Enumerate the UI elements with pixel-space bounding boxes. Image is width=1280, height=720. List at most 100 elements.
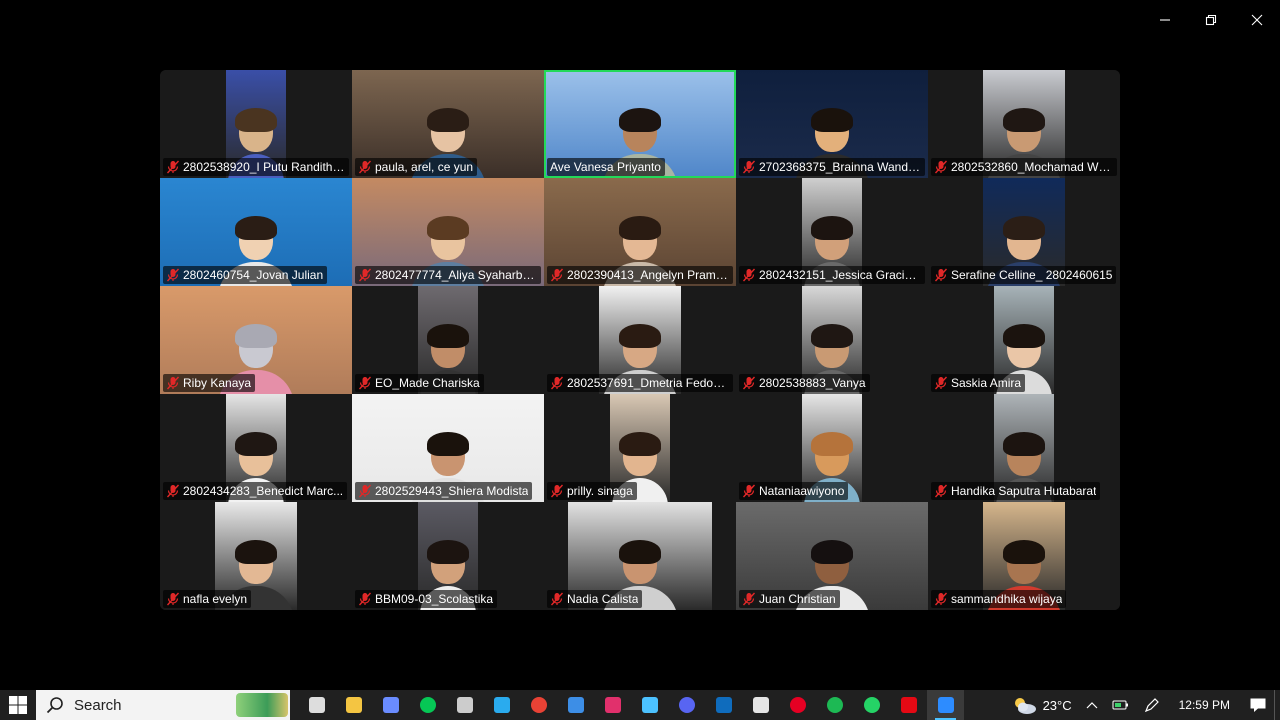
participant-name-label: Saskia Amira	[931, 374, 1026, 392]
temperature-text: 23°C	[1042, 697, 1072, 713]
mic-muted-icon	[166, 160, 180, 174]
taskbar-app-spotify[interactable]	[816, 690, 853, 720]
participant-tile[interactable]: Serafine Celline_ 2802460615	[928, 178, 1120, 286]
participant-name: 2802532860_Mochamad Wil...	[951, 160, 1113, 174]
participant-name-label: 2802390413_Angelyn Prame...	[547, 266, 733, 284]
show-hidden-icons-button[interactable]	[1079, 690, 1105, 720]
participant-tile[interactable]: 2802460754_Jovan Julian	[160, 178, 352, 286]
mic-muted-icon	[550, 484, 564, 498]
participant-name-label: Nataniaawiyono	[739, 482, 849, 500]
pen-menu-button[interactable]	[1137, 690, 1167, 720]
taskbar-app-photos[interactable]	[557, 690, 594, 720]
close-button[interactable]	[1234, 0, 1280, 40]
taskbar-app-line[interactable]	[409, 690, 446, 720]
search-highlight-icon	[236, 693, 288, 717]
mic-muted-icon	[934, 268, 948, 282]
spotify-icon	[826, 697, 843, 713]
participant-tile[interactable]: Saskia Amira	[928, 286, 1120, 394]
participant-tile[interactable]: 2802532860_Mochamad Wil...	[928, 70, 1120, 178]
participant-name: 2802434283_Benedict Marc...	[183, 484, 344, 498]
taskbar-app-discord[interactable]	[668, 690, 705, 720]
participant-name: EO_Made Chariska	[375, 376, 480, 390]
mic-muted-icon	[358, 376, 372, 390]
participant-name-label: 2802434283_Benedict Marc...	[163, 482, 348, 500]
participant-tile[interactable]: paula, arel, ce yun	[352, 70, 544, 178]
taskbar-app-whatsapp[interactable]	[853, 690, 890, 720]
start-button[interactable]	[0, 690, 36, 720]
weather-widget[interactable]: 23°C	[1004, 690, 1079, 720]
participant-tile[interactable]: 2802529443_Shiera Modista	[352, 394, 544, 502]
participant-tile[interactable]: 2802390413_Angelyn Prame...	[544, 178, 736, 286]
participant-tile[interactable]: Nadia Calista	[544, 502, 736, 610]
participant-name-label: 2802432151_Jessica Gracia ...	[739, 266, 925, 284]
copilot-icon	[382, 697, 399, 713]
restore-button[interactable]	[1188, 0, 1234, 40]
participant-tile[interactable]: nafla evelyn	[160, 502, 352, 610]
participant-tile[interactable]: Handika Saputra Hutabarat	[928, 394, 1120, 502]
participant-name: Serafine Celline_ 2802460615	[951, 268, 1113, 282]
minimize-button[interactable]	[1142, 0, 1188, 40]
participant-name-label: 2802529443_Shiera Modista	[355, 482, 533, 500]
participant-name: prilly. sinaga	[567, 484, 633, 498]
participant-tile[interactable]: sammandhika wijaya	[928, 502, 1120, 610]
taskbar-app-pinterest[interactable]	[779, 690, 816, 720]
participant-tile[interactable]: prilly. sinaga	[544, 394, 736, 502]
taskbar-app-chrome[interactable]	[520, 690, 557, 720]
notifications-button[interactable]	[1242, 690, 1274, 720]
taskbar-app-task-view[interactable]	[298, 690, 335, 720]
line-icon	[419, 697, 436, 713]
taskbar-app-instagram[interactable]	[594, 690, 631, 720]
participant-name: nafla evelyn	[183, 592, 248, 606]
taskbar-app-file-explorer[interactable]	[335, 690, 372, 720]
participant-tile[interactable]: Ave Vanesa Priyanto	[544, 70, 736, 178]
participant-tile[interactable]: 2802537691_Dmetria Fedora...	[544, 286, 736, 394]
participant-tile[interactable]: 2802477774_Aliya Syaharba...	[352, 178, 544, 286]
taskbar-pinned-apps	[298, 690, 964, 720]
clock-time: 12:59 PM	[1178, 698, 1230, 712]
participant-name: paula, arel, ce yun	[375, 160, 474, 174]
participant-name: Riby Kanaya	[183, 376, 252, 390]
participant-tile[interactable]: 2802538920_I Putu Randith ...	[160, 70, 352, 178]
show-desktop-button[interactable]	[1274, 690, 1280, 720]
taskbar-app-camera[interactable]	[446, 690, 483, 720]
participant-tile[interactable]: 2702368375_Brainna Wandy...	[736, 70, 928, 178]
participant-name-label: 2802532860_Mochamad Wil...	[931, 158, 1117, 176]
participant-name: 2802537691_Dmetria Fedora...	[567, 376, 729, 390]
participant-tile[interactable]: Riby Kanaya	[160, 286, 352, 394]
participant-tile[interactable]: 2802434283_Benedict Marc...	[160, 394, 352, 502]
chevron-up-icon	[1086, 702, 1098, 709]
participant-name: Handika Saputra Hutabarat	[951, 484, 1097, 498]
participant-name: Nadia Calista	[567, 592, 639, 606]
clock[interactable]: 12:59 PM	[1167, 690, 1242, 720]
participant-name-label: Handika Saputra Hutabarat	[931, 482, 1101, 500]
windows-taskbar: Search 23°C 12:59 PM	[0, 690, 1280, 720]
participant-tile[interactable]: BBM09-03_Scolastika	[352, 502, 544, 610]
taskbar-search-box[interactable]: Search	[36, 690, 290, 720]
taskbar-app-mail[interactable]	[705, 690, 742, 720]
mic-muted-icon	[358, 592, 372, 606]
taskbar-app-telegram[interactable]	[483, 690, 520, 720]
participant-name-label: 2802538883_Vanya	[739, 374, 870, 392]
netflix-icon	[900, 697, 917, 713]
participant-name-label: EO_Made Chariska	[355, 374, 484, 392]
participant-tile[interactable]: EO_Made Chariska	[352, 286, 544, 394]
mic-muted-icon	[550, 592, 564, 606]
telegram-icon	[493, 697, 510, 713]
taskbar-app-zoom[interactable]	[927, 690, 964, 720]
mic-muted-icon	[934, 484, 948, 498]
search-label: Search	[74, 696, 122, 714]
taskbar-app-snipping-tool[interactable]	[631, 690, 668, 720]
taskbar-app-roblox[interactable]	[742, 690, 779, 720]
taskbar-app-netflix[interactable]	[890, 690, 927, 720]
participant-tile[interactable]: 2802538883_Vanya	[736, 286, 928, 394]
network-battery-button[interactable]	[1105, 690, 1137, 720]
taskbar-app-copilot[interactable]	[372, 690, 409, 720]
participant-tile[interactable]: Juan Christian	[736, 502, 928, 610]
mic-muted-icon	[166, 592, 180, 606]
participant-tile[interactable]: Nataniaawiyono	[736, 394, 928, 502]
participant-name: Nataniaawiyono	[759, 484, 845, 498]
participant-name-label: 2802477774_Aliya Syaharba...	[355, 266, 541, 284]
participant-name: Ave Vanesa Priyanto	[550, 160, 661, 174]
minimize-icon	[1160, 19, 1170, 21]
participant-tile[interactable]: 2802432151_Jessica Gracia ...	[736, 178, 928, 286]
